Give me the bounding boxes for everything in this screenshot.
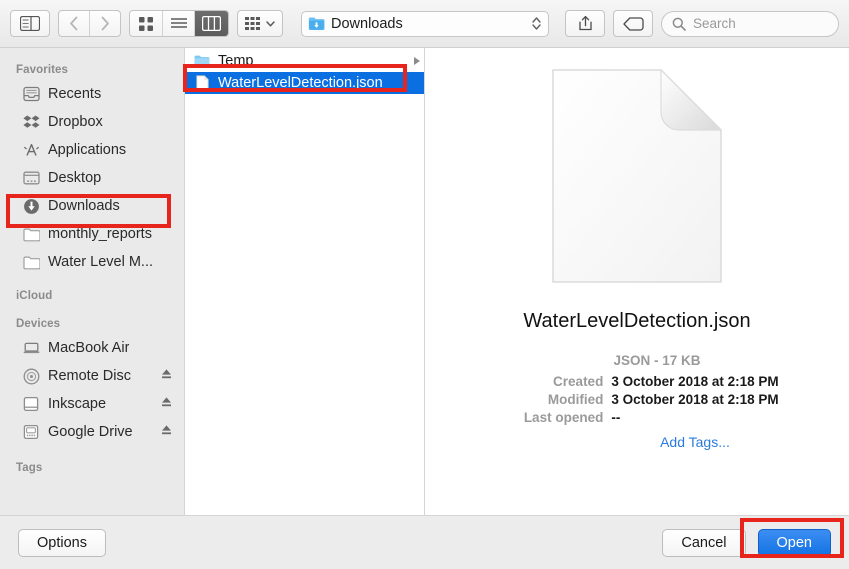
- sidebar-section-tags: Tags: [16, 462, 43, 474]
- sidebar-item-macbook-air[interactable]: MacBook Air: [0, 334, 184, 362]
- dropbox-icon: [22, 113, 40, 131]
- arrange-button[interactable]: [236, 10, 283, 37]
- eject-icon[interactable]: [161, 367, 172, 385]
- laptop-icon: [22, 339, 40, 357]
- downloads-folder-icon: [308, 17, 325, 30]
- sidebar-item-recents[interactable]: Recents: [0, 80, 184, 108]
- chevron-right-icon: [101, 16, 109, 31]
- file-name: Temp: [218, 53, 254, 69]
- meta-key-last-opened: Last opened: [523, 410, 604, 425]
- share-icon: [578, 15, 592, 31]
- search-field[interactable]: Search: [661, 10, 839, 37]
- preview-kind-size: JSON - 17 KB: [613, 353, 701, 368]
- eject-icon[interactable]: [161, 423, 172, 441]
- list-icon: [170, 17, 187, 28]
- document-icon: [552, 68, 723, 283]
- sidebar-item-label: Remote Disc: [48, 368, 131, 384]
- sidebar-item-label: Desktop: [48, 170, 102, 186]
- columns-icon: [202, 16, 221, 31]
- sidebar: Favorites Recents Dropbox Applications D…: [0, 48, 185, 515]
- external-drive-icon: [22, 423, 40, 441]
- file-list-column: Temp WaterLevelDetection.json: [185, 48, 425, 515]
- arrange-icon: [245, 17, 261, 30]
- sidebar-item-label: MacBook Air: [48, 340, 130, 356]
- path-selector[interactable]: Downloads: [301, 10, 549, 37]
- desktop-icon: [22, 169, 40, 187]
- sidebar-section-favorites: Favorites: [16, 64, 69, 76]
- sidebar-item-google-drive[interactable]: Google Drive: [0, 418, 184, 446]
- recents-icon: [22, 85, 40, 103]
- file-name: WaterLevelDetection.json: [218, 75, 383, 91]
- forward-button[interactable]: [90, 11, 121, 36]
- sidebar-item-inkscape[interactable]: Inkscape: [0, 390, 184, 418]
- eject-icon[interactable]: [161, 395, 172, 413]
- back-button[interactable]: [59, 11, 90, 36]
- sidebar-item-label: Recents: [48, 86, 102, 102]
- meta-value-last-opened: --: [611, 410, 621, 425]
- sidebar-section-devices: Devices: [16, 318, 61, 330]
- folder-icon: [22, 225, 40, 243]
- meta-value-modified: 3 October 2018 at 2:18 PM: [611, 392, 779, 407]
- grid-icon: [139, 16, 154, 31]
- sidebar-item-label: Water Level M...: [48, 254, 154, 270]
- disclosure-triangle-icon[interactable]: [414, 57, 420, 65]
- preview-file-name: WaterLevelDetection.json: [523, 310, 751, 332]
- chevron-left-icon: [69, 16, 78, 31]
- disc-icon: [22, 367, 40, 385]
- downloads-icon: [22, 197, 40, 215]
- folder-icon: [22, 253, 40, 271]
- table-row[interactable]: Temp: [185, 50, 424, 72]
- updown-chevron-icon: [532, 17, 541, 30]
- sidebar-item-label: Applications: [48, 142, 127, 158]
- sidebar-item-label: Inkscape: [48, 396, 107, 412]
- navigation-buttons: [58, 10, 122, 37]
- tag-icon: [622, 16, 644, 31]
- sidebar-toggle-button[interactable]: [10, 10, 50, 37]
- sidebar-item-label: Downloads: [48, 198, 120, 214]
- add-tags-link[interactable]: Add Tags...: [544, 434, 730, 450]
- meta-value-created: 3 October 2018 at 2:18 PM: [611, 374, 779, 389]
- search-icon: [672, 17, 686, 31]
- list-view-button[interactable]: [163, 11, 196, 36]
- path-label: Downloads: [331, 15, 403, 32]
- column-view-button[interactable]: [195, 11, 228, 36]
- preview-metadata: Created 3 October 2018 at 2:18 PM Modifi…: [495, 374, 779, 425]
- tag-button[interactable]: [613, 10, 653, 37]
- meta-key-created: Created: [553, 374, 604, 389]
- sidebar-item-label: monthly_reports: [48, 226, 152, 242]
- folder-icon: [193, 52, 211, 70]
- cancel-button[interactable]: Cancel: [662, 528, 746, 557]
- sidebar-item-applications[interactable]: Applications: [0, 136, 184, 164]
- meta-key-modified: Modified: [547, 392, 604, 407]
- open-button[interactable]: Open: [757, 528, 831, 557]
- drive-icon: [22, 395, 40, 413]
- sidebar-item-dropbox[interactable]: Dropbox: [0, 108, 184, 136]
- sidebar-item-monthly-reports[interactable]: monthly_reports: [0, 220, 184, 248]
- sidebar-item-remote-disc[interactable]: Remote Disc: [0, 362, 184, 390]
- search-placeholder: Search: [693, 16, 736, 31]
- preview-pane: WaterLevelDetection.json JSON - 17 KB Cr…: [425, 48, 849, 515]
- applications-icon: [22, 141, 40, 159]
- options-button[interactable]: Options: [18, 528, 106, 557]
- dialog-body: Favorites Recents Dropbox Applications D…: [0, 48, 849, 515]
- open-file-dialog: Downloads Search Favorites Recents Dropb…: [0, 0, 849, 569]
- share-button[interactable]: [565, 10, 605, 37]
- sidebar-item-water-level[interactable]: Water Level M...: [0, 248, 184, 276]
- chevron-down-icon: [266, 20, 276, 27]
- table-row[interactable]: WaterLevelDetection.json: [185, 72, 424, 94]
- toolbar: Downloads Search: [0, 0, 849, 48]
- sidebar-item-label: Google Drive: [48, 424, 133, 440]
- dialog-footer: Options Cancel Open: [0, 515, 849, 569]
- sidebar-item-downloads[interactable]: Downloads: [0, 192, 184, 220]
- view-mode-buttons: [129, 10, 229, 37]
- document-icon: [193, 74, 211, 92]
- sidebar-item-desktop[interactable]: Desktop: [0, 164, 184, 192]
- sidebar-item-label: Dropbox: [48, 114, 103, 130]
- sidebar-section-icloud: iCloud: [16, 290, 53, 302]
- icon-view-button[interactable]: [130, 11, 163, 36]
- sidebar-toggle-icon: [20, 16, 40, 31]
